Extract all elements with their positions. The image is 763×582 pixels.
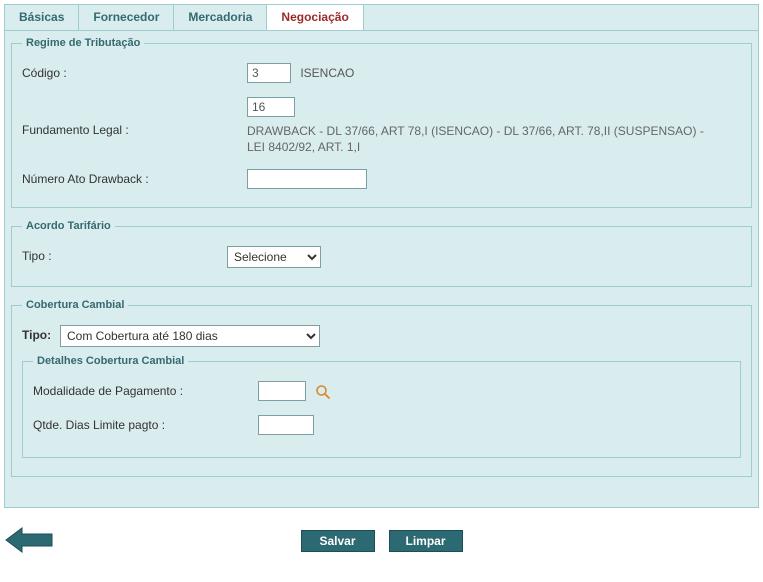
back-arrow-icon[interactable] — [4, 526, 54, 554]
legend-acordo: Acordo Tarifário — [22, 220, 115, 232]
tab-basicas[interactable]: Básicas — [5, 5, 79, 30]
label-acordo-tipo: Tipo : — [22, 246, 227, 263]
tab-fornecedor[interactable]: Fornecedor — [79, 5, 174, 30]
label-fundamento: Fundamento Legal : — [22, 97, 247, 137]
tab-bar: Básicas Fornecedor Mercadoria Negociação — [5, 5, 758, 31]
input-fundamento-code[interactable] — [247, 97, 295, 117]
legend-cobertura: Cobertura Cambial — [22, 299, 128, 311]
label-codigo: Código : — [22, 63, 247, 80]
fieldset-detalhes-cobertura: Detalhes Cobertura Cambial Modalidade de… — [22, 355, 741, 458]
action-bar: Salvar Limpar — [4, 530, 759, 552]
legend-regime: Regime de Tributação — [22, 37, 144, 49]
tab-negociacao[interactable]: Negociação — [267, 5, 363, 30]
search-icon[interactable] — [315, 384, 331, 400]
fieldset-acordo-tarifario: Acordo Tarifário Tipo : Selecione — [11, 220, 752, 287]
label-dias-limite: Qtde. Dias Limite pagto : — [33, 415, 258, 432]
clear-button[interactable]: Limpar — [389, 530, 463, 552]
legend-detalhes: Detalhes Cobertura Cambial — [33, 355, 188, 367]
tab-mercadoria[interactable]: Mercadoria — [174, 5, 267, 30]
select-acordo-tipo[interactable]: Selecione — [227, 246, 321, 268]
tab-content: Regime de Tributação Código : ISENCAO Fu… — [5, 31, 758, 507]
input-codigo[interactable] — [247, 63, 291, 83]
text-codigo-desc: ISENCAO — [300, 66, 354, 80]
label-modalidade: Modalidade de Pagamento : — [33, 381, 258, 398]
input-drawback[interactable] — [247, 169, 367, 189]
select-cobertura-tipo[interactable]: Com Cobertura até 180 dias — [60, 325, 320, 347]
main-panel: Básicas Fornecedor Mercadoria Negociação… — [4, 4, 759, 508]
fieldset-cobertura-cambial: Cobertura Cambial Tipo: Com Cobertura at… — [11, 299, 752, 477]
save-button[interactable]: Salvar — [301, 530, 375, 552]
text-fundamento-desc: DRAWBACK - DL 37/66, ART 78,I (ISENCAO) … — [247, 123, 707, 155]
label-drawback: Número Ato Drawback : — [22, 169, 247, 186]
input-dias-limite[interactable] — [258, 415, 314, 435]
input-modalidade[interactable] — [258, 381, 306, 401]
fieldset-regime-tributacao: Regime de Tributação Código : ISENCAO Fu… — [11, 37, 752, 208]
label-cobertura-tipo: Tipo: — [22, 325, 60, 342]
